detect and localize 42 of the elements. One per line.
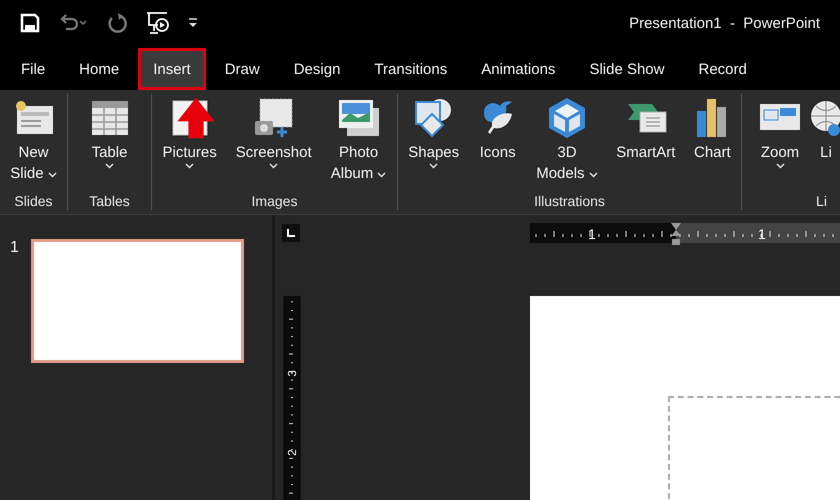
ribbon-button[interactable]: Screenshot	[234, 94, 314, 192]
group-label: Illustrations	[534, 192, 605, 210]
group-label: Slides	[14, 192, 53, 210]
ribbon-tab[interactable]: Transitions	[359, 48, 462, 90]
slide-thumbnail[interactable]	[30, 239, 244, 363]
ribbon-tab[interactable]: Design	[278, 48, 356, 90]
customize-icon[interactable]	[188, 17, 198, 29]
ribbon-tab[interactable]: Home	[64, 48, 134, 90]
group-label: Li	[816, 192, 827, 210]
ribbon-button[interactable]: Chart	[692, 94, 733, 192]
ribbon-tab[interactable]: Draw	[210, 48, 275, 90]
ruler-number: 1	[588, 226, 596, 242]
ribbon-button[interactable]: Li	[806, 94, 840, 192]
presentation-icon[interactable]	[146, 11, 170, 35]
ribbon-button[interactable]: 3D Models	[534, 94, 600, 192]
ribbon-button[interactable]: Photo Album	[328, 94, 388, 192]
ribbon-tab[interactable]: Record	[683, 48, 762, 90]
photo-album-icon	[336, 98, 381, 138]
ribbon-button[interactable]: New Slide	[8, 94, 59, 192]
ribbon-button[interactable]: Icons	[476, 94, 520, 192]
undo-icon[interactable]	[58, 13, 88, 33]
ribbon-button[interactable]: Shapes	[406, 94, 462, 192]
ribbon-tab[interactable]: File	[6, 48, 60, 90]
ribbon-tab[interactable]: Animations	[466, 48, 570, 90]
ruler-number: 1	[758, 226, 766, 242]
redo-icon[interactable]	[106, 12, 128, 34]
ribbon-button[interactable]: SmartArt	[614, 94, 678, 192]
save-icon[interactable]	[20, 13, 40, 33]
tab-stop-icon[interactable]	[282, 224, 300, 242]
group-label: Images	[252, 192, 298, 210]
ribbon-button[interactable]: Zoom	[756, 94, 804, 192]
slide-number: 1	[10, 239, 19, 257]
ruler-number: 2	[286, 449, 299, 456]
window-title: Presentation1 - PowerPoint	[629, 14, 820, 32]
indent-marker[interactable]	[671, 223, 681, 245]
ribbon-button[interactable]: Table	[88, 94, 132, 192]
ruler-number: 3	[286, 370, 299, 377]
group-label: Tables	[89, 192, 130, 210]
ribbon-tab[interactable]: Slide Show	[574, 48, 680, 90]
table-icon	[90, 99, 130, 137]
ribbon-tab[interactable]: Insert	[138, 48, 206, 90]
globe-icon	[808, 98, 840, 138]
